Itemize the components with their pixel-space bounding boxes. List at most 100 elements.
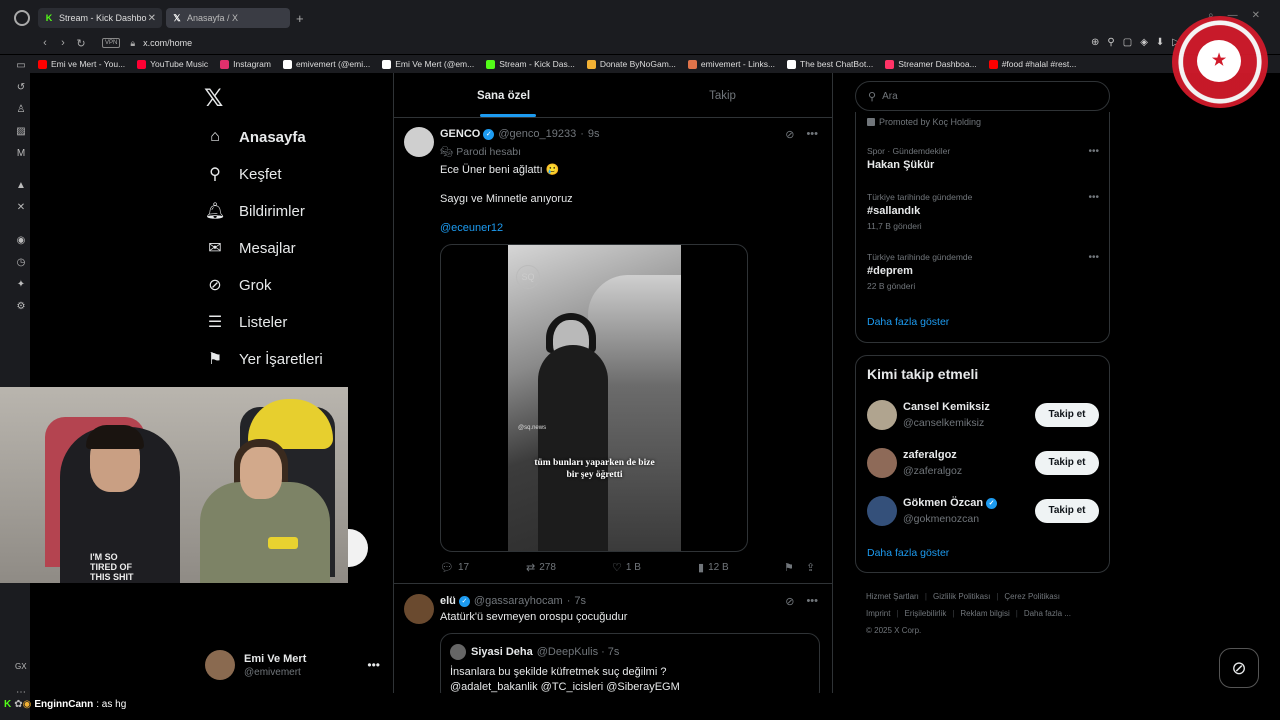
- bookmark-item[interactable]: emivemert (@emi...: [282, 59, 370, 69]
- quoted-tweet[interactable]: Siyasi Deha @DeepKulis · 7s İnsanlara bu…: [440, 633, 820, 693]
- nav-item-list[interactable]: ☰ Listeler: [205, 312, 288, 332]
- target-icon[interactable]: ◉: [14, 235, 28, 249]
- tweet[interactable]: GENCO ✓ @genco_19233 · 9s ⊘ ••• 🎭︎ Parod…: [394, 118, 832, 584]
- repost-button[interactable]: ⇄ 278: [526, 561, 612, 574]
- trend-item[interactable]: Spor · Gündemdekiler Hakan Şükür •••: [867, 146, 1099, 171]
- author-name[interactable]: elü: [440, 595, 456, 607]
- follow-button[interactable]: Takip et: [1035, 499, 1099, 523]
- reply-button[interactable]: 💬︎ 17: [440, 561, 526, 574]
- shield-icon[interactable]: ◈: [1140, 37, 1148, 48]
- settings-icon[interactable]: ⚙: [14, 301, 28, 315]
- follow-suggestion[interactable]: Cansel Kemiksiz @canselkemiksiz Takip et: [867, 397, 1099, 433]
- footer-link[interactable]: Gizlilik Politikası: [933, 592, 990, 601]
- follow-suggestion[interactable]: Gökmen Özcan ✓ @gokmenozcan Takip et: [867, 493, 1099, 529]
- forward-icon[interactable]: ›: [54, 37, 72, 49]
- footer-link[interactable]: Çerez Politikası: [1004, 592, 1060, 601]
- scroll-handle[interactable]: [348, 529, 368, 567]
- pin-icon[interactable]: ⚲: [1107, 37, 1114, 48]
- suggestion-name[interactable]: Cansel Kemiksiz: [903, 401, 990, 413]
- follow-button[interactable]: Takip et: [1035, 451, 1099, 475]
- more-dots-icon[interactable]: •••: [1088, 146, 1099, 157]
- more-dots-icon[interactable]: •••: [806, 595, 818, 608]
- vpn-badge[interactable]: VPN: [102, 38, 121, 48]
- footer-link[interactable]: Hizmet Şartları: [866, 592, 919, 601]
- show-more-link[interactable]: Daha fazla göster: [867, 316, 949, 328]
- like-button[interactable]: ♡ 1 B: [612, 561, 698, 574]
- mention-link[interactable]: @eceuner12: [440, 222, 503, 234]
- clock-icon[interactable]: ◷: [14, 257, 28, 271]
- avatar[interactable]: [867, 496, 897, 526]
- bookmark-item[interactable]: Instagram: [220, 59, 271, 69]
- more-dots-icon[interactable]: •••: [806, 128, 818, 141]
- trend-item[interactable]: Türkiye tarihinde gündemde #sallandık 11,7…: [867, 192, 1099, 231]
- grok-icon[interactable]: ⊘: [785, 595, 794, 608]
- bag-icon[interactable]: ♙: [14, 104, 28, 118]
- search-input[interactable]: ⚲ Ara: [855, 81, 1110, 111]
- nav-item-home[interactable]: ⌂ Anasayfa: [205, 127, 306, 147]
- tab-x-home[interactable]: 𝕏 Anasayfa / X: [166, 8, 290, 28]
- more-dots-icon[interactable]: •••: [367, 658, 380, 672]
- x-side-icon[interactable]: ✕: [14, 202, 28, 216]
- tab-for-you[interactable]: Sana özel: [394, 73, 613, 117]
- footer-link[interactable]: Daha fazla ...: [1024, 609, 1071, 618]
- tweet-time[interactable]: 9s: [588, 128, 600, 140]
- nav-item-bell[interactable]: 🔔︎ Bildirimler: [205, 201, 305, 221]
- kick-side-icon[interactable]: ▲: [14, 180, 28, 194]
- show-more-link[interactable]: Daha fazla göster: [867, 547, 949, 559]
- avatar[interactable]: [404, 127, 434, 157]
- nav-item-search[interactable]: ⚲ Keşfet: [205, 164, 281, 184]
- opera-logo-icon[interactable]: [14, 10, 30, 26]
- footer-link[interactable]: Imprint: [866, 609, 890, 618]
- bookmark-item[interactable]: YouTube Music: [137, 59, 208, 69]
- bookmark-button[interactable]: ⚑: [784, 561, 806, 574]
- bookmark-item[interactable]: Donate ByNoGam...: [586, 59, 676, 69]
- nav-item-bookmark[interactable]: ⚑ Yer İşaretleri: [205, 349, 323, 369]
- url-field[interactable]: x.com/home: [143, 38, 192, 48]
- tweet-time[interactable]: 7s: [574, 595, 586, 607]
- footer-link[interactable]: Erişilebilirlik: [905, 609, 947, 618]
- author-name[interactable]: GENCO: [440, 128, 480, 140]
- bookmark-item[interactable]: The best ChatBot...: [787, 59, 873, 69]
- nav-item-grok[interactable]: ⊘ Grok: [205, 275, 271, 295]
- bookmark-item[interactable]: emivemert - Links...: [687, 59, 775, 69]
- bookmark-item[interactable]: Stream - Kick Das...: [486, 59, 575, 69]
- avatar[interactable]: [404, 594, 434, 624]
- grok-floating-button[interactable]: ⊘: [1219, 648, 1259, 688]
- tweet-video[interactable]: tüm bunları yaparken de bize bir şey öğr…: [440, 244, 748, 552]
- back-icon[interactable]: ‹: [36, 37, 54, 49]
- share-button[interactable]: ⇪: [806, 561, 819, 574]
- follow-button[interactable]: Takip et: [1035, 403, 1099, 427]
- promoted-label[interactable]: Promoted by Koç Holding: [867, 117, 981, 127]
- bookmark-item[interactable]: #food #halal #rest...: [988, 59, 1076, 69]
- tab-kick-dashboard[interactable]: K Stream - Kick Dashbo ✕: [38, 8, 162, 28]
- history-arrow-icon[interactable]: ↺: [14, 82, 28, 96]
- follow-suggestion[interactable]: zaferalgoz @zaferalgoz Takip et: [867, 445, 1099, 481]
- bookmark-item[interactable]: Streamer Dashboa...: [885, 59, 977, 69]
- download-icon[interactable]: ⬇: [1156, 37, 1164, 48]
- more-dots-icon[interactable]: •••: [1088, 192, 1099, 203]
- snapshot-icon[interactable]: ▢: [1123, 37, 1132, 48]
- trend-item[interactable]: Türkiye tarihinde gündemde #deprem 22 B gö…: [867, 252, 1099, 291]
- grok-icon[interactable]: ⊘: [785, 128, 794, 141]
- account-switcher[interactable]: Emi Ve Mert @emivemert •••: [205, 650, 380, 680]
- x-logo-icon[interactable]: 𝕏: [204, 84, 223, 112]
- views-button[interactable]: ▮ 12 B: [698, 561, 784, 574]
- avatar[interactable]: [867, 400, 897, 430]
- tweet[interactable]: elü ✓ @gassarayhocam · 7s ⊘ ••• Atatürk'…: [394, 585, 832, 693]
- close-icon[interactable]: ✕: [148, 13, 156, 24]
- footer-link[interactable]: Reklam bilgisi: [960, 609, 1009, 618]
- reload-icon[interactable]: ↻: [72, 37, 90, 50]
- suggestion-name[interactable]: zaferalgoz: [903, 449, 957, 461]
- bookmark-item[interactable]: Emi ve Mert - You...: [38, 59, 125, 69]
- author-handle[interactable]: @genco_19233: [498, 128, 576, 140]
- image-icon[interactable]: ▨: [14, 126, 28, 140]
- mail-m-icon[interactable]: M: [14, 148, 28, 162]
- suggestion-name[interactable]: Gökmen Özcan ✓: [903, 497, 998, 509]
- extension-icon[interactable]: ✦: [14, 279, 28, 293]
- close-window-icon[interactable]: ✕: [1252, 10, 1260, 21]
- footer-link[interactable]: © 2025 X Corp.: [866, 626, 921, 635]
- twitch-icon[interactable]: ▭: [14, 60, 28, 74]
- zoom-icon[interactable]: ⊕: [1091, 37, 1099, 48]
- more-dots-icon[interactable]: •••: [1088, 252, 1099, 263]
- tab-following[interactable]: Takip: [613, 73, 832, 117]
